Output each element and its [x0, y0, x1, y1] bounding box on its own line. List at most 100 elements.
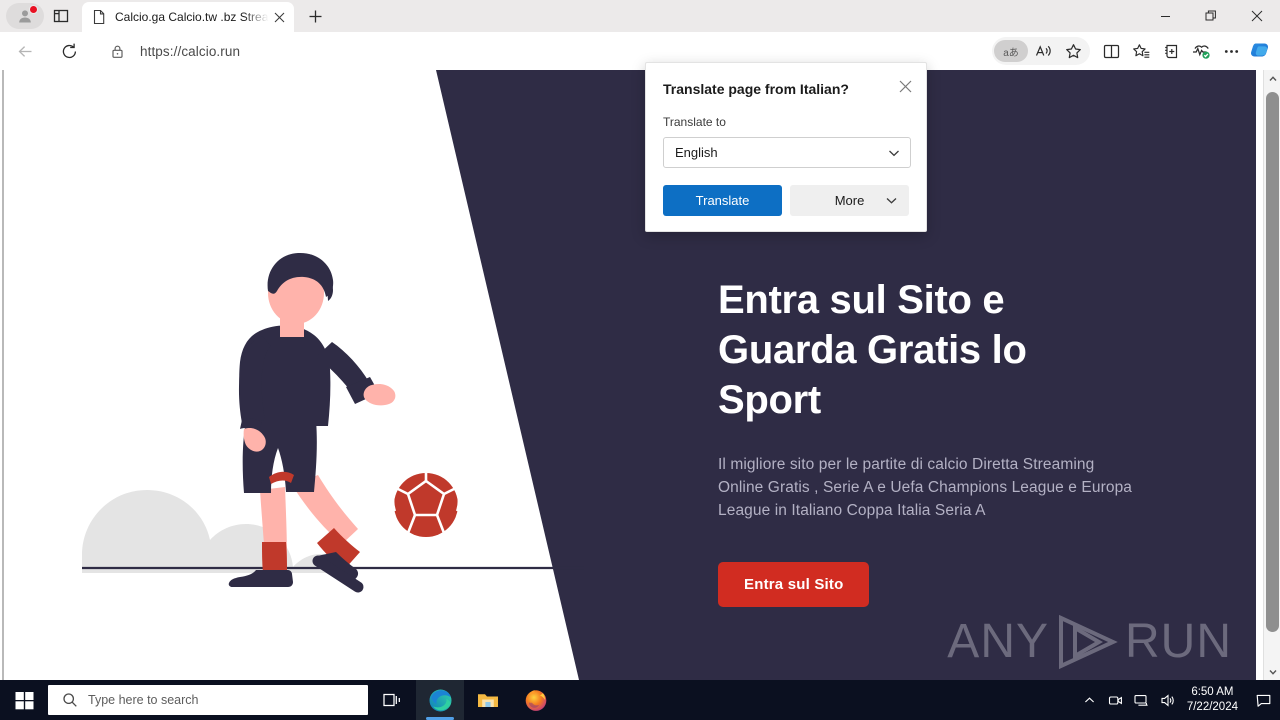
minimize-button[interactable]: [1142, 0, 1188, 32]
taskbar-app-file-explorer[interactable]: [464, 680, 512, 720]
star-icon: [1065, 43, 1081, 58]
profile-notification-dot: [29, 5, 38, 14]
watermark-text-any: ANY: [947, 615, 1049, 668]
taskbar-app-microsoft-edge[interactable]: [416, 680, 464, 720]
camera-icon: [1109, 695, 1123, 705]
close-window-button[interactable]: [1234, 0, 1280, 32]
plus-icon: [309, 10, 321, 22]
anyrun-watermark: ANY RUN: [947, 614, 1232, 670]
language-select[interactable]: English: [663, 137, 911, 168]
browser-essentials-icon: [1193, 45, 1210, 59]
close-icon: [899, 80, 911, 92]
close-icon: [274, 12, 284, 22]
collections-icon: [1164, 44, 1177, 58]
tray-volume-icon[interactable]: [1155, 680, 1181, 720]
translate-confirm-button[interactable]: Translate: [663, 185, 783, 216]
chevron-down-icon: [889, 150, 899, 157]
page-subtitle: Il migliore sito per le partite di calci…: [718, 456, 1133, 519]
ellipsis-icon: [1224, 49, 1238, 53]
notification-icon: [1256, 694, 1270, 707]
page-title: Entra sul Sito e Guarda Gratis lo Sport: [718, 278, 1027, 422]
clock-time: 6:50 AM: [1191, 686, 1234, 698]
copilot-icon: [1250, 43, 1269, 57]
chevron-up-icon: [1085, 696, 1095, 702]
start-button[interactable]: [0, 680, 48, 720]
maximize-button[interactable]: [1188, 0, 1234, 32]
minimize-icon: [1160, 15, 1170, 17]
tab-strip: Calcio.ga Calcio.tw .bz Streaming: [0, 0, 1280, 32]
split-screen-button[interactable]: [1096, 36, 1126, 66]
reload-button[interactable]: [54, 36, 84, 66]
hero-text-block: Entra sul Sito e Guarda Gratis lo Sport …: [718, 275, 1138, 607]
search-icon: [63, 693, 77, 707]
restore-icon: [1205, 10, 1216, 21]
dialog-close-button[interactable]: [894, 75, 916, 97]
page-viewport: Entra sul Sito e Guarda Gratis lo Sport …: [0, 70, 1280, 680]
system-tray: 6:50 AM 7/22/2024: [1077, 680, 1280, 720]
url-text: https://calcio.run: [140, 43, 241, 59]
omnibox-actions: aあ: [992, 37, 1090, 65]
chevron-up-icon: [1268, 75, 1277, 81]
lock-icon[interactable]: [104, 38, 130, 64]
tab-title: Calcio.ga Calcio.tw .bz Streaming: [115, 10, 270, 24]
new-tab-button[interactable]: [300, 2, 330, 30]
taskbar-clock[interactable]: 6:50 AM 7/22/2024: [1187, 685, 1238, 715]
read-aloud-button[interactable]: [1028, 36, 1058, 66]
search-input[interactable]: Type here to search: [48, 685, 368, 715]
browser-toolbar: https://calcio.run aあ: [0, 32, 1280, 70]
close-icon: [1251, 10, 1263, 22]
settings-and-more-button[interactable]: [1216, 36, 1246, 66]
favorites-button[interactable]: [1126, 36, 1156, 66]
back-button[interactable]: [10, 36, 40, 66]
window-controls: [1142, 0, 1280, 32]
task-view-icon: [383, 693, 400, 707]
search-placeholder: Type here to search: [88, 693, 199, 707]
soccer-player-illustration: [82, 252, 584, 593]
taskbar-app-mozilla-firefox[interactable]: [512, 680, 560, 720]
add-favorite-button[interactable]: [1058, 36, 1088, 66]
tab-actions-icon: [53, 9, 69, 23]
windows-start-icon: [15, 691, 33, 709]
tab-actions-button[interactable]: [44, 2, 78, 30]
scroll-up-button[interactable]: [1264, 70, 1280, 87]
network-icon: [1134, 694, 1148, 706]
browser-essentials-button[interactable]: [1186, 36, 1216, 66]
folder-icon: [478, 694, 498, 707]
split-screen-icon: [1103, 44, 1119, 58]
translate-to-label: Translate to: [663, 115, 726, 129]
tab-close-button[interactable]: [270, 8, 288, 26]
tray-camera-icon[interactable]: [1103, 680, 1129, 720]
browser-tab[interactable]: Calcio.ga Calcio.tw .bz Streaming: [82, 2, 294, 32]
scrollbar-thumb[interactable]: [1266, 92, 1279, 632]
copilot-button[interactable]: [1246, 36, 1276, 66]
task-view-button[interactable]: [368, 680, 416, 720]
clock-date: 7/22/2024: [1186, 701, 1238, 713]
address-bar[interactable]: https://calcio.run aあ: [100, 37, 1090, 65]
back-arrow-icon: [18, 45, 31, 57]
more-button[interactable]: More: [790, 185, 909, 216]
watermark-text-run: RUN: [1125, 615, 1232, 668]
enter-site-button[interactable]: Entra sul Sito: [718, 562, 870, 607]
lock-icon: [111, 45, 123, 58]
chevron-down-icon: [1268, 669, 1277, 675]
edge-icon: [429, 689, 451, 711]
volume-icon: [1161, 693, 1175, 707]
chevron-down-icon: [886, 198, 897, 204]
translate-dialog: Translate page from Italian? Translate t…: [645, 62, 927, 232]
translate-button[interactable]: aあ: [994, 40, 1028, 62]
tray-overflow-button[interactable]: [1077, 680, 1103, 720]
read-aloud-icon: [1035, 44, 1051, 56]
soccer-ball-icon: [392, 473, 460, 540]
page-icon: [93, 9, 105, 25]
page-scrollbar[interactable]: [1263, 70, 1280, 680]
toolbar-actions: [1096, 36, 1276, 66]
more-button-label: More: [834, 193, 865, 208]
tray-network-icon[interactable]: [1129, 680, 1155, 720]
profile-avatar[interactable]: [6, 3, 44, 29]
scroll-down-button[interactable]: [1264, 663, 1280, 680]
action-center-button[interactable]: [1246, 680, 1280, 720]
browser-window: Calcio.ga Calcio.tw .bz Streaming: [0, 0, 1280, 680]
web-page-content: Entra sul Sito e Guarda Gratis lo Sport …: [2, 70, 1256, 680]
dialog-buttons: Translate More: [663, 185, 909, 216]
collections-button[interactable]: [1156, 36, 1186, 66]
